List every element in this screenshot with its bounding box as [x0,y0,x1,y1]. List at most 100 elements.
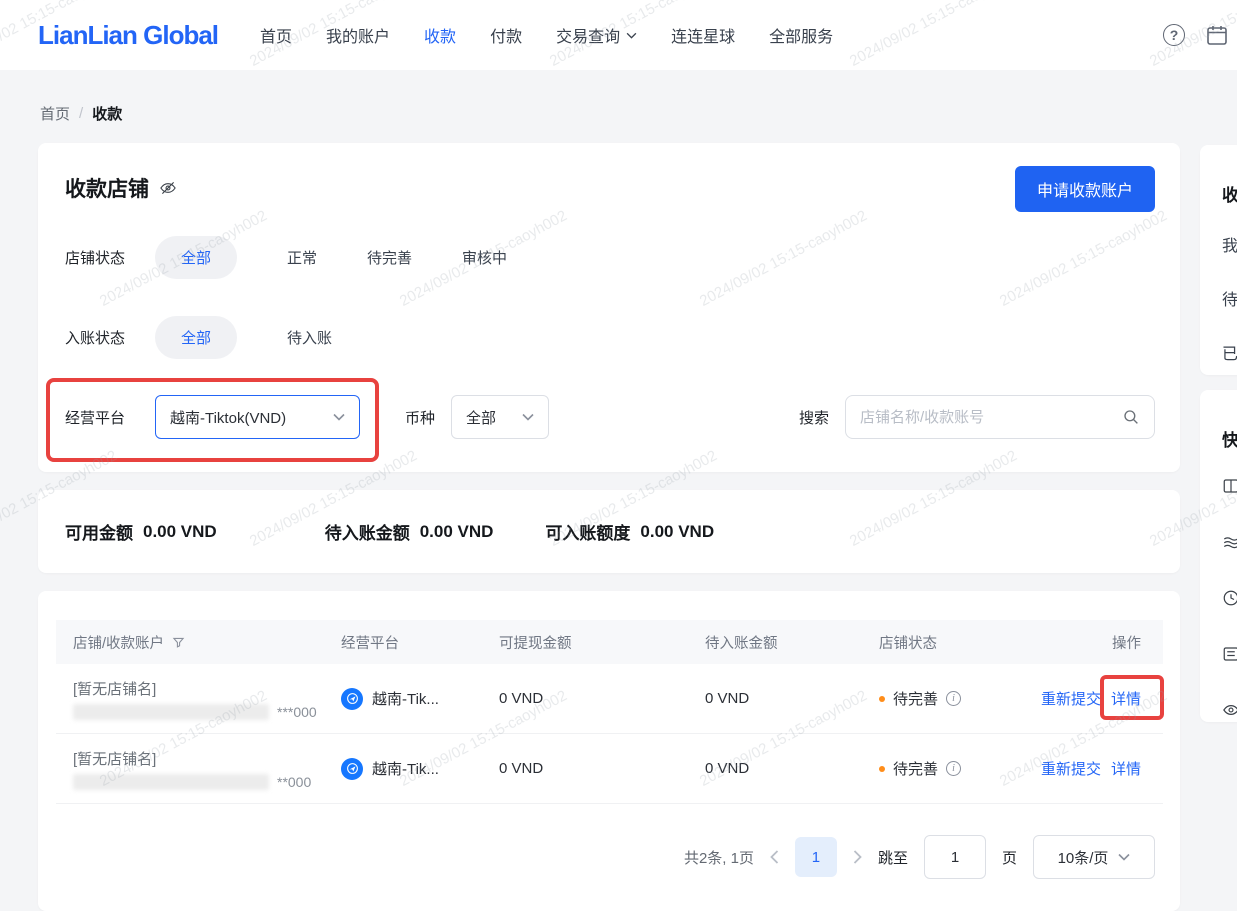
entry-status-option-pending[interactable]: 待入账 [287,327,332,348]
sidebar-item[interactable]: 待 [1222,286,1237,310]
status-dot [879,765,885,772]
detail-link[interactable]: 详情 [1111,758,1141,779]
filter-label: 店铺状态 [65,249,126,267]
summary-label: 可用金额 [65,524,133,543]
shop-status-option-reviewing[interactable]: 审核中 [462,247,507,268]
redacted-account [73,773,269,790]
pagination: 共2条, 1页 1 跳至 页 10条/页 [684,835,1155,879]
filter-row-entry-status: 入账状态 全部 待入账 [65,315,1155,359]
status-badge: 待完善 [893,761,939,778]
info-icon[interactable]: i [946,761,962,776]
calendar-icon[interactable] [1205,23,1229,47]
nav-item-all-services[interactable]: 全部服务 [769,23,833,47]
chevron-down-icon [626,32,637,39]
platform-globe-icon [341,687,363,710]
col-shop-status: 店铺状态 [879,635,937,652]
chevron-down-icon [522,413,534,421]
status-dot [879,695,885,702]
page-title: 收款店铺 [65,178,149,201]
summary-label: 待入账金额 [324,524,410,543]
page-size-select[interactable]: 10条/页 [1033,835,1155,879]
filter-label: 经营平台 [65,409,126,427]
chevron-down-icon [333,413,345,421]
eye-slash-icon[interactable] [159,179,177,197]
eye-icon[interactable] [1222,701,1237,719]
logo[interactable]: LianLian Global [38,20,219,51]
nav-item-label: 交易查询 [556,29,621,46]
sidebar-summary-card: 收 我 待 已 [1200,145,1237,375]
search-label: 搜索 [798,409,829,427]
sidebar-item[interactable]: 我 [1222,232,1237,256]
currency-select-value: 全部 [466,409,497,427]
summary-label: 可入账额度 [545,524,631,543]
shop-account-cell: [暂无店铺名] ***000 [73,678,341,720]
jump-page-input[interactable] [923,835,986,879]
page-button-1[interactable]: 1 [794,837,837,877]
shop-status-option-pending[interactable]: 待完善 [367,247,412,268]
pagination-total: 共2条, 1页 [683,849,754,867]
list-icon[interactable] [1222,645,1237,663]
sidebar-card-title: 快 [1222,431,1237,450]
layers-icon[interactable] [1222,533,1237,551]
breadcrumb: 首页 / 收款 [40,103,122,124]
masked-account-suffix: ***000 [277,703,317,720]
breadcrumb-current: 收款 [92,106,123,123]
platform-name: 越南-Tik... [372,691,439,708]
platform-cell: 越南-Tik... [341,757,499,780]
status-cell: 待完善 i [879,758,1041,779]
col-pending: 待入账金额 [705,635,778,652]
pending-amount: 0 VND [705,760,750,777]
summary-bar: 可用金额 0.00 VND 待入账金额 0.00 VND 可入账额度 0.00 … [38,490,1180,573]
col-platform: 经营平台 [341,635,399,652]
nav-item-collection[interactable]: 收款 [424,23,456,47]
shop-name: [暂无店铺名] [73,680,157,698]
detail-link[interactable]: 详情 [1111,688,1141,709]
platform-cell: 越南-Tik... [341,687,499,710]
resubmit-link[interactable]: 重新提交 [1041,688,1101,709]
filter-funnel-icon[interactable] [172,636,185,649]
nav-item-transaction-query[interactable]: 交易查询 [556,23,637,47]
nav-item-home[interactable]: 首页 [260,23,292,47]
jump-to-label: 跳至 [877,849,908,867]
shop-name: [暂无店铺名] [73,750,157,768]
shop-status-option-normal[interactable]: 正常 [287,247,317,268]
next-page-icon[interactable] [853,850,862,864]
search-input[interactable] [860,408,1122,426]
summary-value: 0.00 VND [640,521,715,541]
summary-value: 0.00 VND [419,521,494,541]
platform-globe-icon [341,757,363,780]
shop-status-option-all[interactable]: 全部 [155,235,238,279]
withdrawable-amount: 0 VND [499,690,544,707]
col-actions: 操作 [1112,635,1141,652]
book-icon[interactable] [1222,477,1237,495]
info-icon[interactable]: i [946,691,962,706]
resubmit-link[interactable]: 重新提交 [1041,758,1101,779]
nav-item-payment[interactable]: 付款 [490,23,522,47]
sidebar-item[interactable]: 已 [1222,340,1237,364]
nav-item-my-account[interactable]: 我的账户 [326,23,390,47]
prev-page-icon[interactable] [770,850,779,864]
entry-status-option-all[interactable]: 全部 [155,315,238,359]
summary-available: 可用金额 0.00 VND [65,519,217,544]
summary-value: 0.00 VND [143,521,217,541]
filter-row-shop-status: 店铺状态 全部 正常 待完善 审核中 [65,235,1155,279]
help-icon[interactable]: ? [1163,24,1185,46]
breadcrumb-home[interactable]: 首页 [40,103,70,124]
platform-select-value: 越南-Tiktok(VND) [170,409,287,427]
search-icon[interactable] [1122,408,1140,426]
nav-item-lianlian-planet[interactable]: 连连星球 [671,23,735,47]
page-unit-label: 页 [1001,849,1017,867]
summary-entry-quota: 可入账额度 0.00 VND [545,519,714,544]
nav-right-icons: ? [1163,23,1229,47]
apply-collection-account-button[interactable]: 申请收款账户 [1014,166,1155,212]
platform-select[interactable]: 越南-Tiktok(VND) [155,395,360,439]
currency-label: 币种 [405,409,436,427]
top-nav: LianLian Global 首页 我的账户 收款 付款 交易查询 连连星球 … [0,0,1237,70]
clock-icon[interactable] [1222,589,1237,607]
pending-amount: 0 VND [705,690,750,707]
status-cell: 待完善 i [879,688,1041,709]
table-row: [暂无店铺名] ***000 越南-Tik... 0 VND 0 VND 待完善… [56,664,1164,734]
filter-label: 入账状态 [65,329,126,347]
actions-cell: 重新提交 详情 [1041,675,1164,720]
currency-select[interactable]: 全部 [451,395,550,439]
